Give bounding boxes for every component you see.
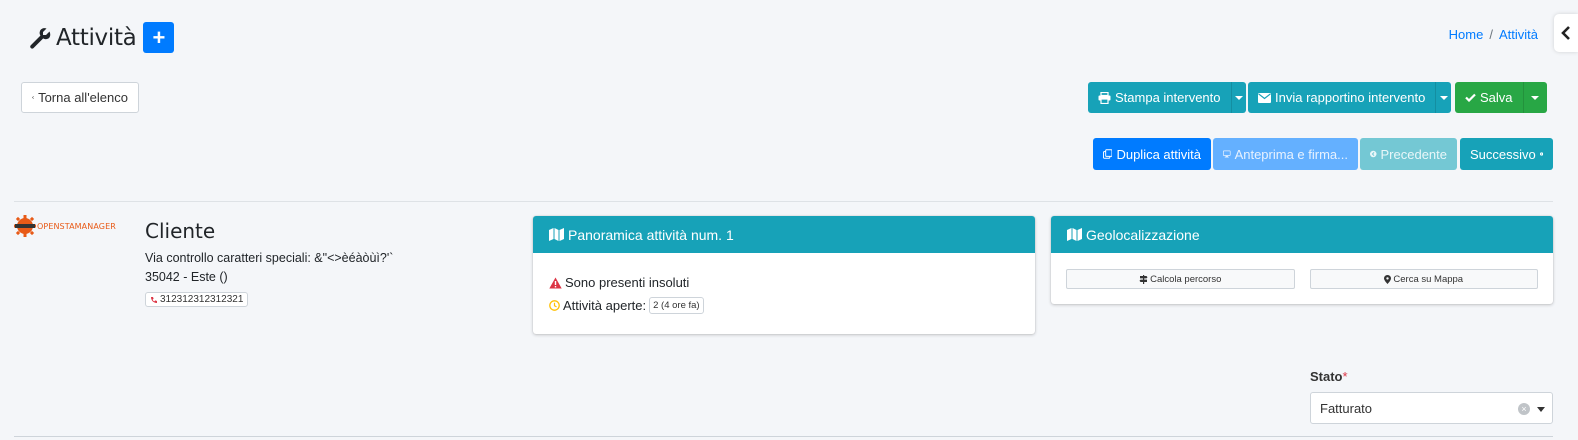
save-button[interactable]: Salva xyxy=(1455,82,1523,113)
geolocation-title: Geolocalizzazione xyxy=(1086,226,1200,243)
page-title: Attività + xyxy=(28,22,175,53)
next-button[interactable]: Successivo xyxy=(1460,138,1553,170)
print-button-group: Stampa intervento xyxy=(1088,82,1246,113)
client-city: 35042 - Este () xyxy=(145,270,228,284)
print-dropdown-toggle[interactable] xyxy=(1230,82,1246,113)
bottom-divider xyxy=(14,436,1553,437)
map-icon xyxy=(1067,228,1082,241)
print-button[interactable]: Stampa intervento xyxy=(1088,82,1231,113)
stato-selected-value: Fatturato xyxy=(1320,400,1373,416)
previous-button[interactable]: Precedente xyxy=(1360,138,1457,170)
wrench-icon xyxy=(30,27,51,49)
breadcrumb-current-link[interactable]: Attività xyxy=(1499,27,1538,42)
open-activities-label: Attività aperte: xyxy=(563,298,647,313)
search-map-label: Cerca su Mappa xyxy=(1393,273,1464,285)
save-label: Salva xyxy=(1480,90,1513,105)
previous-label: Precedente xyxy=(1380,146,1448,162)
check-icon xyxy=(1465,93,1476,102)
calculate-route-button[interactable]: Calcola percorso xyxy=(1066,269,1295,289)
warning-icon xyxy=(549,277,562,288)
add-button[interactable]: + xyxy=(143,22,175,53)
breadcrumb-home-link[interactable]: Home xyxy=(1449,27,1484,42)
next-label: Successivo xyxy=(1470,146,1536,162)
sidebar-toggle-button[interactable] xyxy=(1554,14,1578,52)
page-title-text: Attività xyxy=(56,24,137,51)
overview-title: Panoramica attività num. 1 xyxy=(568,226,734,243)
send-report-button[interactable]: Invia rapportino intervento xyxy=(1248,82,1435,113)
client-heading: Cliente xyxy=(145,219,216,243)
gear-logo-icon xyxy=(14,215,36,237)
search-map-button[interactable]: Cerca su Mappa xyxy=(1309,269,1538,289)
preview-sign-button[interactable]: Anteprima e firma... xyxy=(1213,138,1358,170)
envelope-icon xyxy=(1258,92,1271,103)
caret-down-icon xyxy=(1531,95,1540,100)
unpaid-text: Sono presenti insoluti xyxy=(565,275,690,290)
print-label: Stampa intervento xyxy=(1115,90,1221,105)
duplicate-button[interactable]: Duplica attività xyxy=(1093,138,1211,170)
stato-label: Stato* xyxy=(1310,369,1348,384)
stato-label-text: Stato xyxy=(1310,369,1343,384)
required-mark: * xyxy=(1342,369,1348,384)
print-icon xyxy=(1098,91,1111,104)
overview-card: Panoramica attività num. 1 Sono presenti… xyxy=(533,216,1035,334)
arrow-circle-left-icon xyxy=(1370,150,1377,158)
send-button-group: Invia rapportino intervento xyxy=(1248,82,1451,113)
back-to-list-button[interactable]: Torna all'elenco xyxy=(21,82,139,113)
open-activities-badge[interactable]: 2 (4 ore fa) xyxy=(649,297,704,314)
desktop-icon xyxy=(1223,150,1231,158)
client-info: Cliente Via controllo caratteri speciali… xyxy=(145,219,393,307)
phone-number: 312312312312321 xyxy=(160,294,244,305)
preview-sign-label: Anteprima e firma... xyxy=(1234,146,1348,162)
signpost-icon xyxy=(1139,274,1148,284)
copy-icon xyxy=(1103,149,1113,159)
breadcrumb-separator: / xyxy=(1489,27,1493,42)
client-address: Via controllo caratteri speciali: &"<>èé… xyxy=(145,251,394,265)
caret-down-icon xyxy=(1537,407,1545,412)
save-dropdown-toggle[interactable] xyxy=(1522,82,1547,113)
company-logo: OPENSTAMANAGER xyxy=(14,215,116,237)
overview-card-header: Panoramica attività num. 1 xyxy=(533,216,1035,253)
chevron-left-icon xyxy=(1561,26,1570,40)
geolocation-card-header: Geolocalizzazione xyxy=(1051,216,1553,253)
map-marker-icon xyxy=(1384,274,1392,284)
geolocation-card: Geolocalizzazione Calcola percorso Cerca… xyxy=(1051,216,1553,304)
send-dropdown-toggle[interactable] xyxy=(1435,82,1451,113)
caret-down-icon xyxy=(1439,95,1448,100)
open-activities: Attività aperte: 2 (4 ore fa) xyxy=(549,294,1019,317)
calculate-route-label: Calcola percorso xyxy=(1150,273,1222,285)
unpaid-warning: Sono presenti insoluti xyxy=(549,271,1019,294)
logo-text: OPENSTAMANAGER xyxy=(37,221,116,231)
breadcrumb: Home / Attività xyxy=(1449,27,1538,42)
back-to-list-label: Torna all'elenco xyxy=(38,90,128,105)
arrow-circle-right-icon xyxy=(1539,152,1543,156)
clear-selection-icon[interactable]: × xyxy=(1518,403,1530,415)
send-report-label: Invia rapportino intervento xyxy=(1275,90,1426,105)
clock-icon xyxy=(549,300,560,311)
divider xyxy=(14,201,1553,202)
phone-badge[interactable]: 312312312312321 xyxy=(145,292,249,307)
duplicate-label: Duplica attività xyxy=(1116,146,1201,162)
stato-select[interactable]: Fatturato × xyxy=(1310,392,1553,424)
caret-down-icon xyxy=(1234,95,1243,100)
map-icon xyxy=(549,228,564,241)
save-button-group: Salva xyxy=(1455,82,1547,113)
chevron-left-icon xyxy=(32,96,34,99)
phone-icon xyxy=(151,296,157,303)
